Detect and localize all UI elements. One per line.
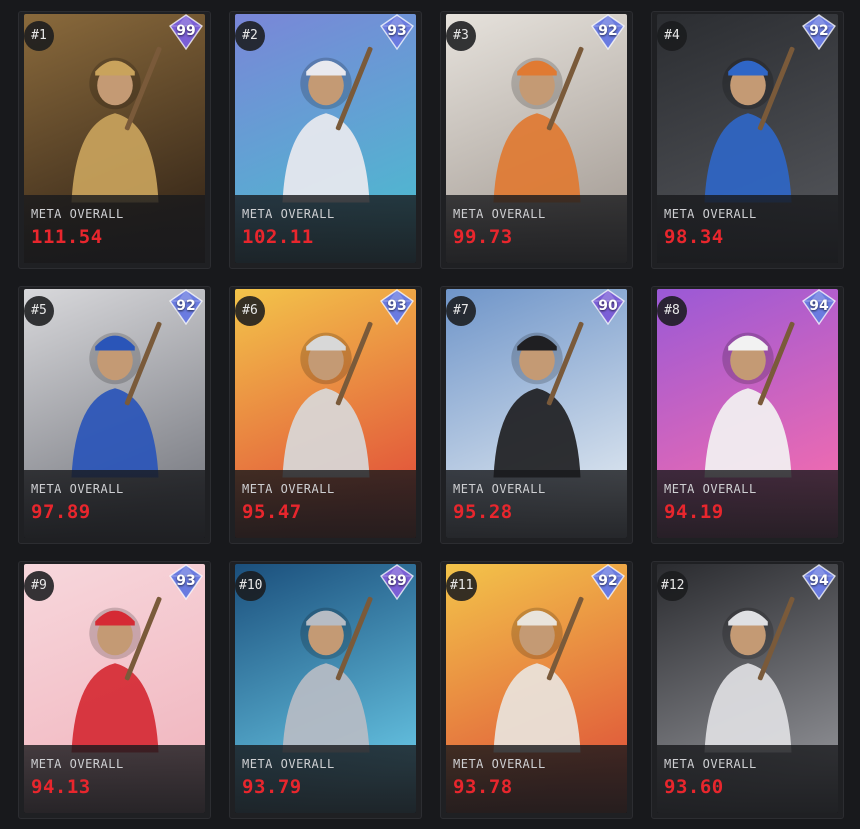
meta-overall-label: META OVERALL <box>664 482 757 496</box>
meta-overall-label: META OVERALL <box>664 207 757 221</box>
player-card[interactable]: #7 90 META OVERALL 95.28 <box>440 286 633 544</box>
player-card[interactable]: #11 92 META OVERALL 93.78 <box>440 561 633 819</box>
meta-overall-value: 97.89 <box>31 501 91 523</box>
rank-badge: #7 <box>446 296 476 326</box>
overall-rating: 92 <box>598 23 618 39</box>
stats-panel: META OVERALL 102.11 <box>235 195 416 263</box>
overall-diamond-icon: 92 <box>590 14 626 50</box>
meta-overall-value: 95.28 <box>453 501 513 523</box>
stats-panel: META OVERALL 94.19 <box>657 470 838 538</box>
overall-diamond-icon: 92 <box>168 289 204 325</box>
overall-rating: 92 <box>598 573 618 589</box>
overall-diamond-icon: 93 <box>379 14 415 50</box>
overall-rating: 99 <box>176 23 196 39</box>
rank-badge: #5 <box>24 296 54 326</box>
meta-overall-label: META OVERALL <box>242 207 335 221</box>
stats-panel: META OVERALL 98.34 <box>657 195 838 263</box>
stats-panel: META OVERALL 93.79 <box>235 745 416 813</box>
meta-overall-value: 94.19 <box>664 501 724 523</box>
player-card[interactable]: #6 93 META OVERALL 95.47 <box>229 286 422 544</box>
overall-diamond-icon: 92 <box>590 564 626 600</box>
rank-badge: #2 <box>235 21 265 51</box>
rank-badge: #1 <box>24 21 54 51</box>
player-card[interactable]: #8 94 META OVERALL 94.19 <box>651 286 844 544</box>
overall-rating: 94 <box>809 573 829 589</box>
overall-diamond-icon: 94 <box>801 289 837 325</box>
stats-panel: META OVERALL 95.28 <box>446 470 627 538</box>
overall-diamond-icon: 89 <box>379 564 415 600</box>
stats-panel: META OVERALL 99.73 <box>446 195 627 263</box>
card-grid: #1 99 META OVERALL 111.54 #2 93 META OVERALL 1… <box>18 11 844 823</box>
meta-overall-label: META OVERALL <box>31 207 124 221</box>
meta-overall-label: META OVERALL <box>664 757 757 771</box>
player-card[interactable]: #10 89 META OVERALL 93.79 <box>229 561 422 819</box>
overall-rating: 90 <box>598 298 618 314</box>
player-card[interactable]: #3 92 META OVERALL 99.73 <box>440 11 633 269</box>
meta-overall-label: META OVERALL <box>242 757 335 771</box>
rank-badge: #4 <box>657 21 687 51</box>
meta-overall-value: 93.78 <box>453 776 513 798</box>
player-card[interactable]: #4 92 META OVERALL 98.34 <box>651 11 844 269</box>
meta-overall-value: 111.54 <box>31 226 103 248</box>
meta-overall-label: META OVERALL <box>31 757 124 771</box>
meta-overall-label: META OVERALL <box>242 482 335 496</box>
meta-overall-value: 94.13 <box>31 776 91 798</box>
player-card[interactable]: #5 92 META OVERALL 97.89 <box>18 286 211 544</box>
player-card[interactable]: #12 94 META OVERALL 93.60 <box>651 561 844 819</box>
overall-diamond-icon: 99 <box>168 14 204 50</box>
stats-panel: META OVERALL 97.89 <box>24 470 205 538</box>
overall-diamond-icon: 94 <box>801 564 837 600</box>
stats-panel: META OVERALL 111.54 <box>24 195 205 263</box>
overall-rating: 89 <box>387 573 407 589</box>
overall-diamond-icon: 90 <box>590 289 626 325</box>
meta-overall-value: 93.79 <box>242 776 302 798</box>
meta-overall-value: 95.47 <box>242 501 302 523</box>
rank-badge: #9 <box>24 571 54 601</box>
overall-rating: 92 <box>809 23 829 39</box>
stats-panel: META OVERALL 93.60 <box>657 745 838 813</box>
overall-diamond-icon: 93 <box>168 564 204 600</box>
rank-badge: #6 <box>235 296 265 326</box>
overall-rating: 94 <box>809 298 829 314</box>
overall-rating: 92 <box>176 298 196 314</box>
meta-overall-value: 102.11 <box>242 226 314 248</box>
overall-diamond-icon: 93 <box>379 289 415 325</box>
rank-badge: #8 <box>657 296 687 326</box>
meta-overall-value: 93.60 <box>664 776 724 798</box>
overall-rating: 93 <box>176 573 196 589</box>
stats-panel: META OVERALL 94.13 <box>24 745 205 813</box>
meta-overall-value: 99.73 <box>453 226 513 248</box>
meta-overall-label: META OVERALL <box>453 207 546 221</box>
stats-panel: META OVERALL 95.47 <box>235 470 416 538</box>
meta-overall-value: 98.34 <box>664 226 724 248</box>
overall-rating: 93 <box>387 298 407 314</box>
stats-panel: META OVERALL 93.78 <box>446 745 627 813</box>
meta-overall-label: META OVERALL <box>453 757 546 771</box>
overall-rating: 93 <box>387 23 407 39</box>
meta-overall-label: META OVERALL <box>453 482 546 496</box>
player-card[interactable]: #1 99 META OVERALL 111.54 <box>18 11 211 269</box>
player-card[interactable]: #2 93 META OVERALL 102.11 <box>229 11 422 269</box>
player-card[interactable]: #9 93 META OVERALL 94.13 <box>18 561 211 819</box>
meta-overall-label: META OVERALL <box>31 482 124 496</box>
rank-badge: #3 <box>446 21 476 51</box>
overall-diamond-icon: 92 <box>801 14 837 50</box>
